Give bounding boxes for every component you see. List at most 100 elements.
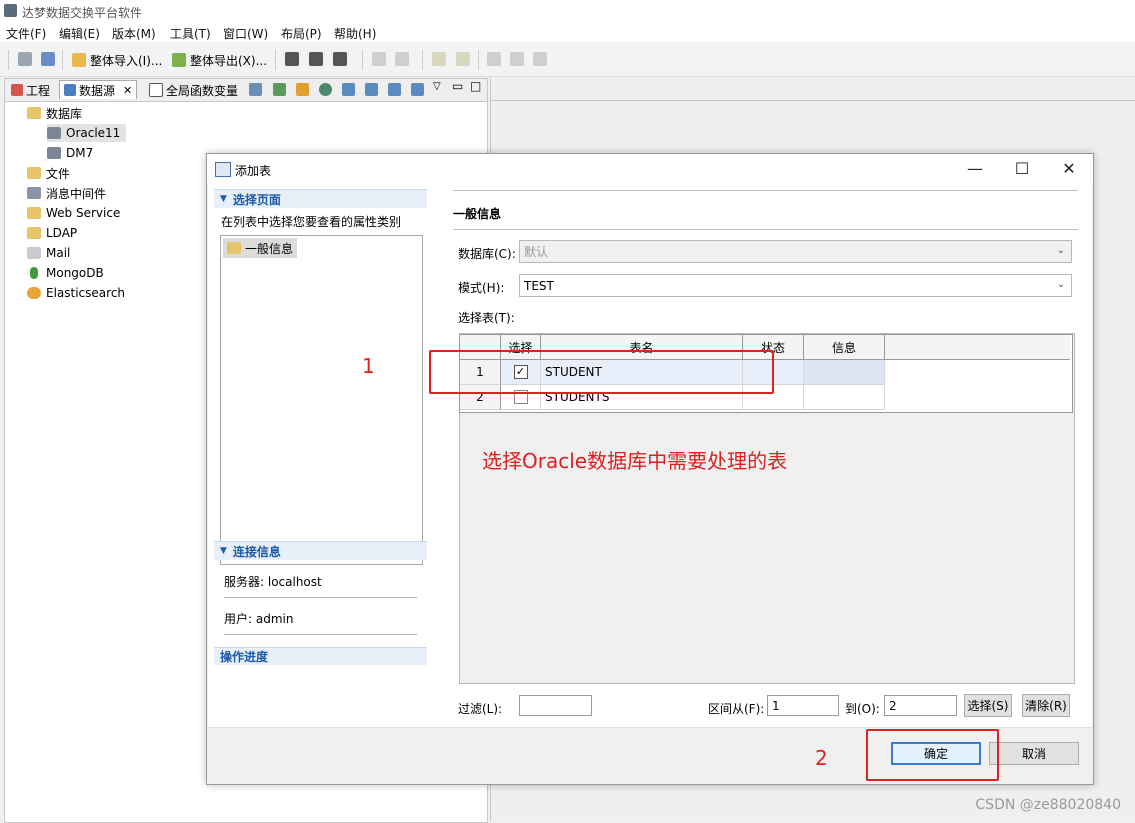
- view-menu-icon[interactable]: ▽: [433, 81, 441, 92]
- mq-icon: [27, 187, 41, 199]
- range-from-label: 区间从(F):: [708, 702, 765, 716]
- column-header-info[interactable]: 信息: [804, 335, 885, 360]
- folder-add-icon[interactable]: [296, 83, 309, 96]
- tree-item-mail[interactable]: Mail: [27, 244, 70, 262]
- close-button[interactable]: ✕: [1052, 158, 1086, 180]
- page-item-label: 一般信息: [245, 241, 294, 256]
- tree-item-label: LDAP: [46, 226, 78, 240]
- range-to-label: 到(O):: [845, 702, 880, 716]
- maximize-view-icon[interactable]: □: [470, 79, 481, 93]
- maximize-button[interactable]: ☐: [1005, 158, 1039, 180]
- editor-tabstrip: [491, 78, 1135, 101]
- schema-select[interactable]: TEST ⌄: [519, 274, 1072, 297]
- server-icon[interactable]: [285, 52, 299, 66]
- menu-tools[interactable]: 工具(T): [170, 25, 211, 42]
- server-info: 服务器: localhost: [224, 575, 322, 589]
- collapse-arrow-icon: ▼: [220, 194, 227, 204]
- save-all-icon[interactable]: [395, 52, 409, 66]
- range-to-input[interactable]: 2: [884, 695, 957, 716]
- connection-info-header-label: 连接信息: [232, 544, 281, 559]
- database-label: 数据库(C):: [458, 247, 516, 261]
- dialog-title: 添加表: [235, 164, 272, 178]
- add-datasource-icon[interactable]: [273, 83, 286, 96]
- schema-label: 模式(H):: [458, 281, 505, 295]
- tab-project[interactable]: 工程: [7, 81, 54, 99]
- menu-bar: 文件(F) 编辑(E) 版本(M) 工具(T) 窗口(W) 布局(P) 帮助(H…: [0, 22, 1135, 42]
- tree-item-mongodb[interactable]: MongoDB: [27, 264, 104, 282]
- toolbar-separator: [362, 50, 363, 70]
- menu-file[interactable]: 文件(F): [6, 25, 46, 42]
- tab-datasource-label: 数据源: [79, 83, 116, 98]
- filter-input[interactable]: [519, 695, 592, 716]
- tree-item-label: Mail: [46, 246, 71, 260]
- tree-item-label: Elasticsearch: [46, 286, 126, 300]
- range-from-input[interactable]: 1: [767, 695, 839, 716]
- save-icon[interactable]: [372, 52, 386, 66]
- import-datasource-icon[interactable]: [365, 83, 378, 96]
- select-range-button[interactable]: 选择(S): [964, 694, 1012, 717]
- connection-info-header[interactable]: ▼ 连接信息: [214, 541, 427, 560]
- import-icon: [72, 53, 86, 67]
- export-datasource-icon[interactable]: [342, 83, 355, 96]
- minimize-button[interactable]: —: [958, 158, 992, 180]
- copy-icon[interactable]: [510, 52, 524, 66]
- server-start-icon[interactable]: [309, 52, 323, 66]
- progress-header[interactable]: 操作进度: [214, 647, 427, 665]
- tab-global-functions[interactable]: 全局函数变量: [145, 81, 242, 99]
- elasticsearch-icon: [27, 287, 41, 299]
- chevron-down-icon: ⌄: [1056, 245, 1065, 256]
- cancel-button[interactable]: 取消: [989, 742, 1079, 765]
- clear-button[interactable]: 清除(R): [1022, 694, 1070, 717]
- tree-item-webservice[interactable]: Web Service: [27, 204, 120, 222]
- new-datasource-icon[interactable]: [249, 83, 262, 96]
- divider: [453, 190, 1078, 191]
- filter-label: 过滤(L):: [458, 702, 503, 716]
- paste-icon[interactable]: [533, 52, 547, 66]
- tree-item-file[interactable]: 文件: [27, 164, 70, 182]
- watermark: CSDN @ze88020840: [975, 797, 1121, 813]
- export-icon: [172, 53, 186, 67]
- import-all-button[interactable]: 整体导入(I)...: [72, 51, 162, 69]
- tree-item-ldap[interactable]: LDAP: [27, 224, 77, 242]
- tab-project-label: 工程: [26, 83, 51, 98]
- undo-icon[interactable]: [432, 52, 446, 66]
- tree-item-database[interactable]: 数据库: [27, 104, 82, 122]
- folder-icon: [27, 227, 41, 239]
- section-title: 一般信息: [453, 207, 502, 221]
- tables-label: 选择表(T):: [458, 311, 515, 325]
- tree-item-oracle11[interactable]: Oracle11: [47, 124, 127, 142]
- tab-datasource[interactable]: 数据源 ✕: [59, 80, 138, 99]
- divider: [224, 597, 417, 598]
- cut-icon[interactable]: [487, 52, 501, 66]
- menu-edit[interactable]: 编辑(E): [59, 25, 100, 42]
- menu-window[interactable]: 窗口(W): [223, 25, 268, 42]
- tree-item-elasticsearch[interactable]: Elasticsearch: [27, 284, 125, 302]
- minimize-view-icon[interactable]: ▭: [452, 79, 463, 93]
- tree-item-mq[interactable]: 消息中间件: [27, 184, 106, 202]
- select-page-hint: 在列表中选择您要查看的属性类别: [221, 215, 402, 229]
- refresh-icon[interactable]: [388, 83, 401, 96]
- export-all-button[interactable]: 整体导出(X)...: [172, 51, 267, 69]
- menu-layout[interactable]: 布局(P): [281, 25, 322, 42]
- progress-header-label: 操作进度: [220, 650, 269, 664]
- redo-icon[interactable]: [456, 52, 470, 66]
- menu-help[interactable]: 帮助(H): [334, 25, 376, 42]
- database-folder-icon: [27, 107, 41, 119]
- folder-icon: [27, 167, 41, 179]
- page-item-general[interactable]: 一般信息: [223, 238, 298, 258]
- select-page-header[interactable]: ▼ 选择页面: [214, 189, 427, 208]
- menu-version[interactable]: 版本(M): [112, 25, 156, 42]
- user-info: 用户: admin: [224, 612, 294, 626]
- connect-icon[interactable]: [18, 52, 32, 66]
- upload-icon[interactable]: [411, 83, 424, 96]
- close-tab-icon[interactable]: ✕: [123, 84, 132, 97]
- mail-icon: [27, 247, 41, 259]
- network-icon[interactable]: [319, 83, 332, 96]
- server-stop-icon[interactable]: [333, 52, 347, 66]
- annotation-box-row: [429, 350, 774, 394]
- disconnect-icon[interactable]: [41, 52, 55, 66]
- tree-item-dm7[interactable]: DM7: [47, 144, 93, 162]
- database-select[interactable]: 默认 ⌄: [519, 240, 1072, 263]
- general-info-icon: [227, 242, 241, 254]
- annotation-box-ok: [866, 729, 999, 781]
